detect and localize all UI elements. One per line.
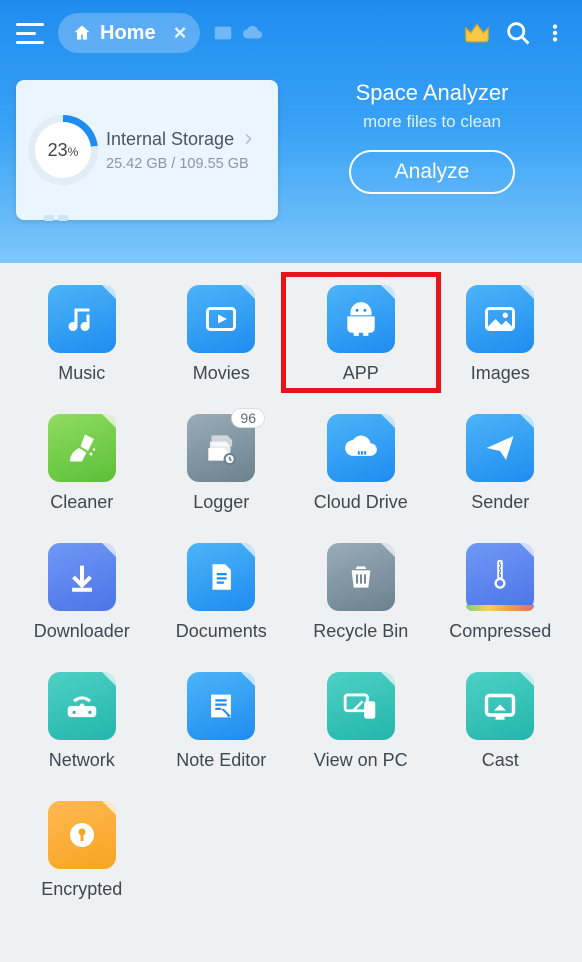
tile-label: Recycle Bin <box>313 621 408 642</box>
tile-images[interactable]: Images <box>433 285 569 384</box>
tab-label: Home <box>100 22 156 45</box>
tab-home[interactable]: Home × <box>58 13 200 53</box>
search-button[interactable] <box>504 19 532 47</box>
view-on-pc-icon <box>327 672 395 740</box>
tile-label: Cleaner <box>50 492 113 513</box>
storage-card[interactable]: 23% Internal Storage 25.42 GB / 109.55 G… <box>16 80 278 220</box>
tile-label: Encrypted <box>41 879 122 900</box>
tile-cloud-drive[interactable]: Cloud Drive <box>293 414 429 513</box>
tile-recycle-bin[interactable]: Recycle Bin <box>293 543 429 642</box>
tile-app[interactable]: APP <box>293 285 429 384</box>
tile-label: APP <box>343 363 379 384</box>
cast-icon <box>466 672 534 740</box>
tab-close-button[interactable]: × <box>164 20 187 46</box>
tile-encrypted[interactable]: Encrypted <box>14 801 150 900</box>
images-icon <box>466 285 534 353</box>
tile-label: Movies <box>193 363 250 384</box>
cleaner-icon <box>48 414 116 482</box>
tile-documents[interactable]: Documents <box>154 543 290 642</box>
storage-usage: 25.42 GB / 109.55 GB <box>106 156 256 172</box>
storage-gauge: 23% <box>28 115 98 185</box>
more-button[interactable] <box>544 19 566 47</box>
tile-logger[interactable]: 96 Logger <box>154 414 290 513</box>
tile-music[interactable]: Music <box>14 285 150 384</box>
recycle-icon <box>327 543 395 611</box>
tile-sender[interactable]: Sender <box>433 414 569 513</box>
tile-view-on-pc[interactable]: View on PC <box>293 672 429 771</box>
tile-label: Note Editor <box>176 750 266 771</box>
tile-cast[interactable]: Cast <box>433 672 569 771</box>
analyzer-subtitle: more files to clean <box>363 112 501 132</box>
encrypted-icon <box>48 801 116 869</box>
logger-badge: 96 <box>231 408 265 428</box>
tile-note-editor[interactable]: Note Editor <box>154 672 290 771</box>
chevron-right-icon <box>240 131 256 147</box>
movies-icon <box>187 285 255 353</box>
tile-cleaner[interactable]: Cleaner <box>14 414 150 513</box>
analyze-button[interactable]: Analyze <box>349 150 516 194</box>
tile-label: Cloud Drive <box>314 492 408 513</box>
note-editor-icon <box>187 672 255 740</box>
sender-icon <box>466 414 534 482</box>
menu-button[interactable] <box>16 18 46 48</box>
music-icon <box>48 285 116 353</box>
home-icon <box>72 23 92 43</box>
tile-network[interactable]: Network <box>14 672 150 771</box>
tile-downloader[interactable]: Downloader <box>14 543 150 642</box>
window-icon <box>212 22 234 44</box>
tile-label: Music <box>58 363 105 384</box>
tile-movies[interactable]: Movies <box>154 285 290 384</box>
cloud-drive-icon <box>327 414 395 482</box>
tile-label: Logger <box>193 492 249 513</box>
tile-label: Sender <box>471 492 529 513</box>
downloader-icon <box>48 543 116 611</box>
tile-label: Documents <box>176 621 267 642</box>
tile-label: Images <box>471 363 530 384</box>
tile-compressed[interactable]: Compressed <box>433 543 569 642</box>
tile-label: View on PC <box>314 750 408 771</box>
network-icon <box>48 672 116 740</box>
app-icon <box>327 285 395 353</box>
storage-title: Internal Storage <box>106 129 256 150</box>
compressed-icon <box>466 543 534 611</box>
crown-icon[interactable] <box>462 18 492 48</box>
documents-icon <box>187 543 255 611</box>
cloud-icon <box>242 22 264 44</box>
tile-label: Network <box>49 750 115 771</box>
tile-label: Compressed <box>449 621 551 642</box>
analyzer-title: Space Analyzer <box>356 80 509 106</box>
tile-label: Downloader <box>34 621 130 642</box>
tile-label: Cast <box>482 750 519 771</box>
